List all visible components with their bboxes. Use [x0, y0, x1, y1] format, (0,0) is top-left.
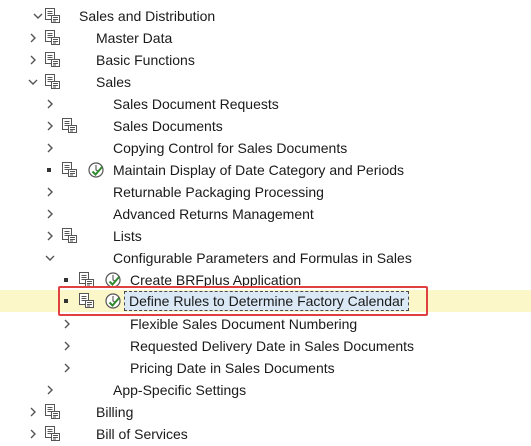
- tree-row[interactable]: Configurable Parameters and Formulas in …: [0, 247, 531, 269]
- tree-item-label: Configurable Parameters and Formulas in …: [113, 250, 412, 266]
- chevron-down-icon[interactable]: [27, 74, 39, 90]
- execute-clock-check-icon[interactable]: [87, 161, 105, 179]
- tree-row[interactable]: Flexible Sales Document Numbering: [0, 313, 531, 335]
- tree-row[interactable]: Maintain Display of Date Category and Pe…: [0, 159, 531, 181]
- tree-item-label: App-Specific Settings: [113, 382, 247, 398]
- tree-row[interactable]: Master Data: [0, 27, 531, 49]
- tree-row[interactable]: Lists: [0, 225, 531, 247]
- tree-item-label: Copying Control for Sales Documents: [113, 140, 348, 156]
- tree-row[interactable]: Billing: [0, 401, 531, 423]
- chevron-right-icon[interactable]: [44, 96, 56, 112]
- chevron-right-icon[interactable]: [44, 140, 56, 156]
- tree-item-label: Flexible Sales Document Numbering: [130, 316, 358, 332]
- tree-item-label: Advanced Returns Management: [113, 206, 314, 222]
- tree-row[interactable]: Basic Functions: [0, 49, 531, 71]
- chevron-right-icon[interactable]: [27, 404, 39, 420]
- tree-row[interactable]: Sales: [0, 71, 531, 93]
- highlight-annotation-box: [58, 286, 428, 316]
- tree-item-label: Returnable Packaging Processing: [113, 184, 324, 200]
- tree-item-label: Sales: [96, 74, 132, 90]
- tree-item-label: Maintain Display of Date Category and Pe…: [113, 162, 405, 178]
- tree-row[interactable]: Advanced Returns Management: [0, 203, 531, 225]
- tree-item-label: Sales and Distribution: [79, 8, 216, 24]
- chevron-right-icon[interactable]: [61, 338, 73, 354]
- document-stack-icon: [44, 425, 62, 443]
- leaf-bullet: [64, 278, 68, 282]
- tree-item-label: Pricing Date in Sales Documents: [130, 360, 335, 376]
- tree-row[interactable]: Pricing Date in Sales Documents: [0, 357, 531, 379]
- tree-item-label: Requested Delivery Date in Sales Documen…: [130, 338, 415, 354]
- document-stack-icon: [61, 117, 79, 135]
- document-stack-icon: [44, 403, 62, 421]
- chevron-right-icon[interactable]: [27, 52, 39, 68]
- document-stack-icon: [44, 29, 62, 47]
- tree-row[interactable]: Sales Documents: [0, 115, 531, 137]
- tree-row[interactable]: Copying Control for Sales Documents: [0, 137, 531, 159]
- chevron-right-icon[interactable]: [27, 426, 39, 442]
- tree-row[interactable]: Sales and Distribution: [0, 5, 531, 27]
- document-stack-icon: [44, 73, 62, 91]
- tree-item-label: Basic Functions: [96, 52, 195, 68]
- chevron-right-icon[interactable]: [44, 118, 56, 134]
- tree-row[interactable]: Bill of Services: [0, 423, 531, 445]
- tree-item-label: Billing: [96, 404, 134, 420]
- chevron-down-icon[interactable]: [44, 250, 56, 266]
- chevron-right-icon[interactable]: [61, 316, 73, 332]
- chevron-right-icon[interactable]: [44, 228, 56, 244]
- tree-item-label: Lists: [113, 228, 142, 244]
- document-stack-icon: [61, 227, 79, 245]
- chevron-right-icon[interactable]: [44, 382, 56, 398]
- document-stack-icon: [44, 7, 62, 25]
- tree-row[interactable]: Requested Delivery Date in Sales Documen…: [0, 335, 531, 357]
- tree-item-label: Sales Documents: [113, 118, 223, 134]
- chevron-right-icon[interactable]: [44, 206, 56, 222]
- chevron-right-icon[interactable]: [27, 30, 39, 46]
- chevron-right-icon[interactable]: [61, 360, 73, 376]
- tree-row[interactable]: Returnable Packaging Processing: [0, 181, 531, 203]
- tree-item-label: Sales Document Requests: [113, 96, 279, 112]
- document-stack-icon: [61, 161, 79, 179]
- chevron-right-icon[interactable]: [44, 184, 56, 200]
- tree-item-label: Bill of Services: [96, 426, 188, 442]
- tree-item-label: Master Data: [96, 30, 173, 46]
- document-stack-icon: [44, 51, 62, 69]
- chevron-down-icon[interactable]: [32, 8, 44, 24]
- leaf-bullet: [47, 168, 51, 172]
- tree-row[interactable]: Sales Document Requests: [0, 93, 531, 115]
- tree-row[interactable]: App-Specific Settings: [0, 379, 531, 401]
